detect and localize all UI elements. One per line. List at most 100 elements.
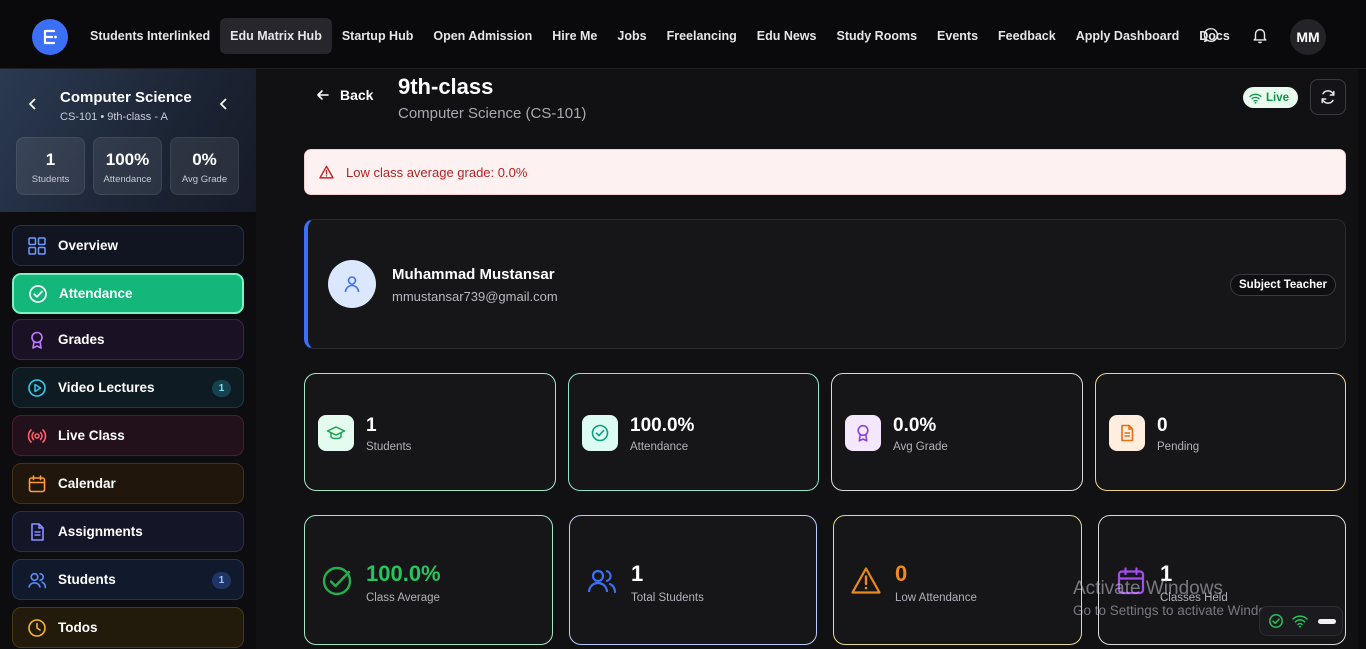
count-badge: 1 — [212, 380, 231, 397]
graduation-cap-icon — [326, 426, 346, 440]
chevron-left-icon[interactable] — [26, 97, 40, 111]
sidebar-item-todos[interactable]: Todos — [12, 607, 244, 648]
page-subtitle: Computer Science (CS-101) — [398, 105, 587, 122]
user-avatar[interactable]: MM — [1290, 19, 1326, 55]
teacher-role-badge: Subject Teacher — [1230, 274, 1336, 296]
award-icon — [857, 424, 869, 442]
stat-value: 100.0% — [366, 561, 441, 586]
refresh-icon — [1321, 90, 1335, 104]
nav-link-hire-me[interactable]: Hire Me — [542, 18, 607, 54]
sidebar-item-label: Grades — [58, 332, 105, 347]
sidebar-item-label: Todos — [58, 620, 98, 635]
clock-icon — [28, 618, 46, 637]
stat-label: Class Average — [366, 592, 440, 604]
count-badge: 1 — [212, 572, 231, 589]
side-stat-students: 1 Students — [16, 137, 85, 195]
live-badge: Live — [1243, 87, 1299, 108]
side-stat-avg-grade: 0% Avg Grade — [170, 137, 239, 195]
check-circle-icon — [1269, 614, 1283, 628]
stat-card-avg-grade: 0.0% Avg Grade — [831, 373, 1083, 491]
course-title: Computer Science — [60, 89, 192, 106]
top-navbar: Students Interlinked Edu Matrix Hub Star… — [0, 0, 1366, 69]
side-stat-label: Avg Grade — [181, 174, 228, 185]
stat-card-low-attendance: 0 Low Attendance — [833, 515, 1082, 645]
sidebar-item-label: Overview — [58, 238, 119, 253]
sidebar: Computer Science CS-101 • 9th-class - A … — [0, 69, 256, 649]
stat-card-total-students: 1 Total Students — [569, 515, 817, 645]
live-label: Live — [1266, 91, 1290, 104]
sidebar-item-label: Assignments — [58, 524, 143, 539]
activate-windows-subtitle: Go to Settings to activate Windows. — [1073, 603, 1287, 618]
check-circle-icon — [29, 284, 47, 303]
broadcast-icon — [27, 428, 47, 443]
sidebar-item-students[interactable]: Students 1 — [12, 559, 244, 600]
app-logo[interactable] — [32, 19, 68, 55]
nav-link-feedback[interactable]: Feedback — [988, 18, 1066, 54]
sidebar-item-label: Live Class — [58, 428, 125, 443]
nav-link-events[interactable]: Events — [927, 18, 988, 54]
chat-icon[interactable] — [1202, 26, 1220, 44]
nav-link-freelancing[interactable]: Freelancing — [657, 18, 747, 54]
page-title: 9th-class — [398, 74, 494, 99]
stat-icon-box — [1109, 415, 1145, 451]
stat-card-class-average: 100.0% Class Average — [304, 515, 553, 645]
stat-icon-box — [318, 415, 354, 451]
sidebar-item-assignments[interactable]: Assignments — [12, 511, 244, 552]
sidebar-item-video-lectures[interactable]: Video Lectures 1 — [12, 367, 244, 408]
refresh-button[interactable] — [1310, 79, 1346, 115]
nav-links: Students Interlinked Edu Matrix Hub Star… — [80, 18, 1240, 54]
teacher-card: Muhammad Mustansar mmustansar739@gmail.c… — [304, 219, 1346, 349]
side-stat-attendance: 100% Attendance — [93, 137, 162, 195]
sidebar-item-overview[interactable]: Overview — [12, 225, 244, 266]
status-tray[interactable] — [1259, 606, 1343, 636]
nav-link-jobs[interactable]: Jobs — [607, 18, 656, 54]
sidebar-item-label: Attendance — [59, 286, 133, 301]
grid-icon — [28, 236, 46, 255]
users-icon — [28, 572, 47, 588]
alert-text: Low class average grade: 0.0% — [346, 164, 528, 180]
nav-link-study-rooms[interactable]: Study Rooms — [826, 18, 927, 54]
play-circle-icon — [28, 378, 46, 397]
document-icon — [31, 522, 44, 541]
sidebar-item-calendar[interactable]: Calendar — [12, 463, 244, 504]
nav-link-edu-news[interactable]: Edu News — [747, 18, 827, 54]
course-header: Computer Science CS-101 • 9th-class - A … — [0, 69, 256, 212]
sidebar-item-label: Students — [58, 572, 116, 587]
nav-link-startup-hub[interactable]: Startup Hub — [332, 18, 424, 54]
back-label: Back — [340, 87, 374, 103]
back-button[interactable]: Back — [316, 87, 373, 103]
nav-link-open-admission[interactable]: Open Admission — [423, 18, 542, 54]
side-stat-value: 1 — [45, 150, 56, 169]
collapse-sidebar-icon[interactable] — [217, 97, 231, 111]
calendar-icon — [28, 474, 46, 492]
teacher-name: Muhammad Mustansar — [392, 266, 555, 283]
stat-value: 0 — [895, 561, 908, 586]
scrollbar[interactable] — [1358, 69, 1366, 649]
sidebar-item-label: Video Lectures — [58, 380, 155, 395]
bell-icon[interactable] — [1251, 26, 1269, 44]
stat-value: 100.0% — [630, 415, 695, 436]
teacher-avatar — [328, 260, 376, 308]
low-grade-alert: Low class average grade: 0.0% — [304, 149, 1346, 195]
stat-card-students: 1 Students — [304, 373, 556, 491]
wifi-icon — [1249, 93, 1262, 104]
stat-label: Attendance — [630, 441, 689, 453]
stat-icon-box — [845, 415, 881, 451]
nav-link-students-interlinked[interactable]: Students Interlinked — [80, 18, 220, 54]
stat-label: Pending — [1157, 441, 1200, 453]
wifi-icon — [1292, 615, 1308, 628]
stat-card-pending: 0 Pending — [1095, 373, 1346, 491]
nav-link-edu-matrix-hub[interactable]: Edu Matrix Hub — [220, 18, 332, 54]
sidebar-item-grades[interactable]: Grades — [12, 319, 244, 360]
stat-label: Avg Grade — [893, 441, 948, 453]
side-stat-label: Students — [31, 174, 70, 185]
nav-link-apply-dashboard[interactable]: Apply Dashboard — [1066, 18, 1190, 54]
document-icon — [1121, 424, 1134, 442]
logo-icon — [43, 29, 57, 45]
stat-label: Students — [366, 441, 412, 453]
toggle-indicator — [1318, 618, 1336, 624]
sidebar-item-attendance[interactable]: Attendance — [12, 273, 244, 314]
user-icon — [344, 276, 360, 293]
course-subtitle: CS-101 • 9th-class - A — [60, 111, 168, 123]
sidebar-item-live-class[interactable]: Live Class — [12, 415, 244, 456]
